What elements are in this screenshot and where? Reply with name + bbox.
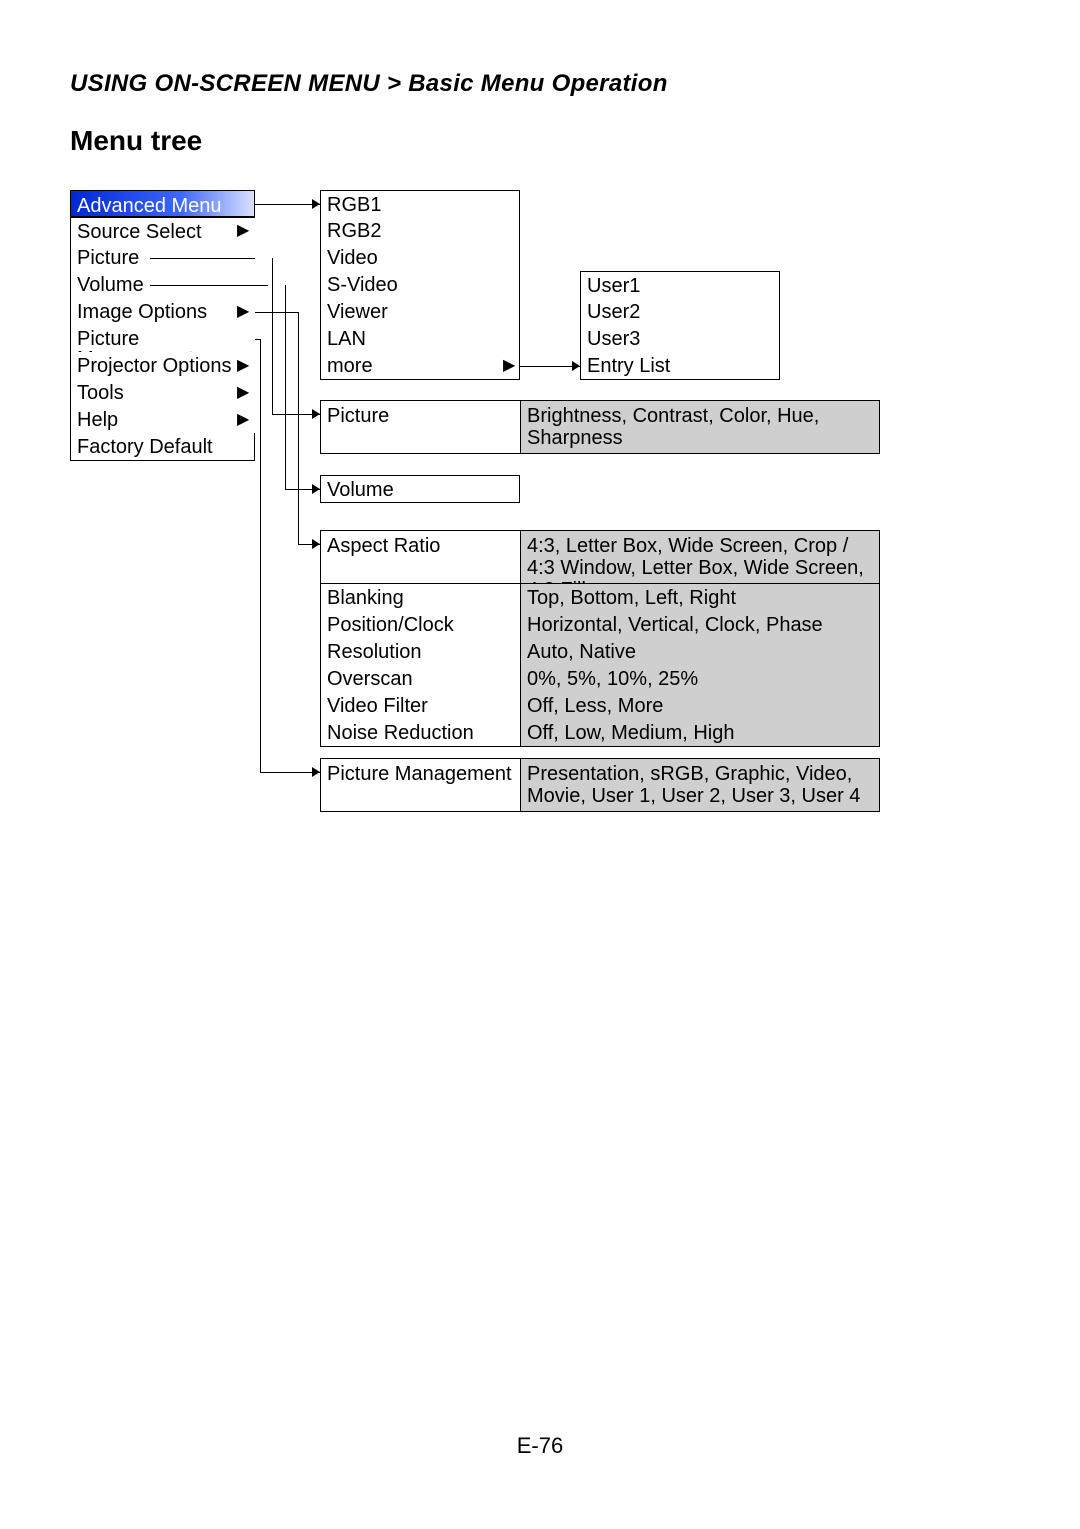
source-item[interactable]: RGB1: [320, 190, 520, 218]
page-title: Menu tree: [70, 125, 202, 157]
imgopt-label: Resolution: [320, 638, 520, 666]
connector: [150, 285, 268, 286]
source-item[interactable]: Viewer: [320, 298, 520, 326]
source-item[interactable]: RGB2: [320, 217, 520, 245]
connector: [520, 366, 580, 367]
imgopt-detail: Top, Bottom, Left, Right: [520, 584, 880, 612]
submenu-icon: ▶: [237, 385, 249, 401]
arrow-icon: [312, 409, 320, 419]
imgopt-detail: Off, Low, Medium, High: [520, 719, 880, 747]
more-item[interactable]: User3: [580, 325, 780, 353]
source-item[interactable]: S-Video: [320, 271, 520, 299]
imgopt-label: Aspect Ratio: [320, 530, 520, 584]
menu-item-factory-default[interactable]: Factory Default: [70, 433, 255, 461]
connector: [255, 339, 260, 340]
connector: [260, 772, 320, 773]
imgopt-label: Overscan: [320, 665, 520, 693]
arrow-icon: [312, 484, 320, 494]
submenu-icon: ▶: [237, 358, 249, 374]
volume-label: Volume: [320, 475, 520, 503]
menu-item-source-select[interactable]: Source Select: [70, 217, 255, 245]
arrow-icon: [312, 539, 320, 549]
submenu-icon: ▶: [237, 412, 249, 428]
imgopt-detail: Off, Less, More: [520, 692, 880, 720]
menu-item-tools[interactable]: Tools: [70, 379, 255, 407]
advanced-menu-header: Advanced Menu: [70, 190, 255, 217]
arrow-icon: [572, 361, 580, 371]
picture-label: Picture: [320, 400, 520, 454]
imgopt-detail: Auto, Native: [520, 638, 880, 666]
source-item[interactable]: LAN: [320, 325, 520, 353]
connector: [255, 312, 298, 313]
connector: [298, 312, 299, 544]
connector: [255, 204, 320, 205]
more-item[interactable]: User1: [580, 271, 780, 299]
menu-item-projector-options[interactable]: Projector Options: [70, 352, 255, 380]
menu-item-help[interactable]: Help: [70, 406, 255, 434]
imgopt-detail: Horizontal, Vertical, Clock, Phase: [520, 611, 880, 639]
arrow-icon: [312, 767, 320, 777]
source-item[interactable]: Video: [320, 244, 520, 272]
more-item[interactable]: User2: [580, 298, 780, 326]
imgopt-label: Noise Reduction: [320, 719, 520, 747]
arrow-icon: [312, 199, 320, 209]
connector: [272, 258, 273, 414]
more-item-entry-list[interactable]: Entry List: [580, 352, 780, 380]
menu-item-picture-management[interactable]: Picture Management: [70, 325, 255, 353]
submenu-icon: ▶: [237, 223, 249, 239]
connector: [260, 339, 261, 772]
page-number: E-76: [0, 1433, 1080, 1459]
submenu-icon: ▶: [503, 358, 515, 374]
imgopt-detail: 0%, 5%, 10%, 25%: [520, 665, 880, 693]
menu-item-image-options[interactable]: Image Options: [70, 298, 255, 326]
connector: [150, 258, 255, 259]
imgopt-detail: 4:3, Letter Box, Wide Screen, Crop / 4:3…: [520, 530, 880, 584]
connector: [285, 285, 286, 489]
source-item-more[interactable]: more: [320, 352, 520, 380]
imgopt-label: Video Filter: [320, 692, 520, 720]
imgopt-label: Blanking: [320, 584, 520, 612]
breadcrumb: USING ON-SCREEN MENU > Basic Menu Operat…: [70, 70, 668, 98]
submenu-icon: ▶: [237, 304, 249, 320]
picmgmt-detail: Presentation, sRGB, Graphic, Video, Movi…: [520, 758, 880, 812]
picmgmt-label: Picture Management: [320, 758, 520, 812]
picture-detail: Brightness, Contrast, Color, Hue, Sharpn…: [520, 400, 880, 454]
imgopt-label: Position/Clock: [320, 611, 520, 639]
